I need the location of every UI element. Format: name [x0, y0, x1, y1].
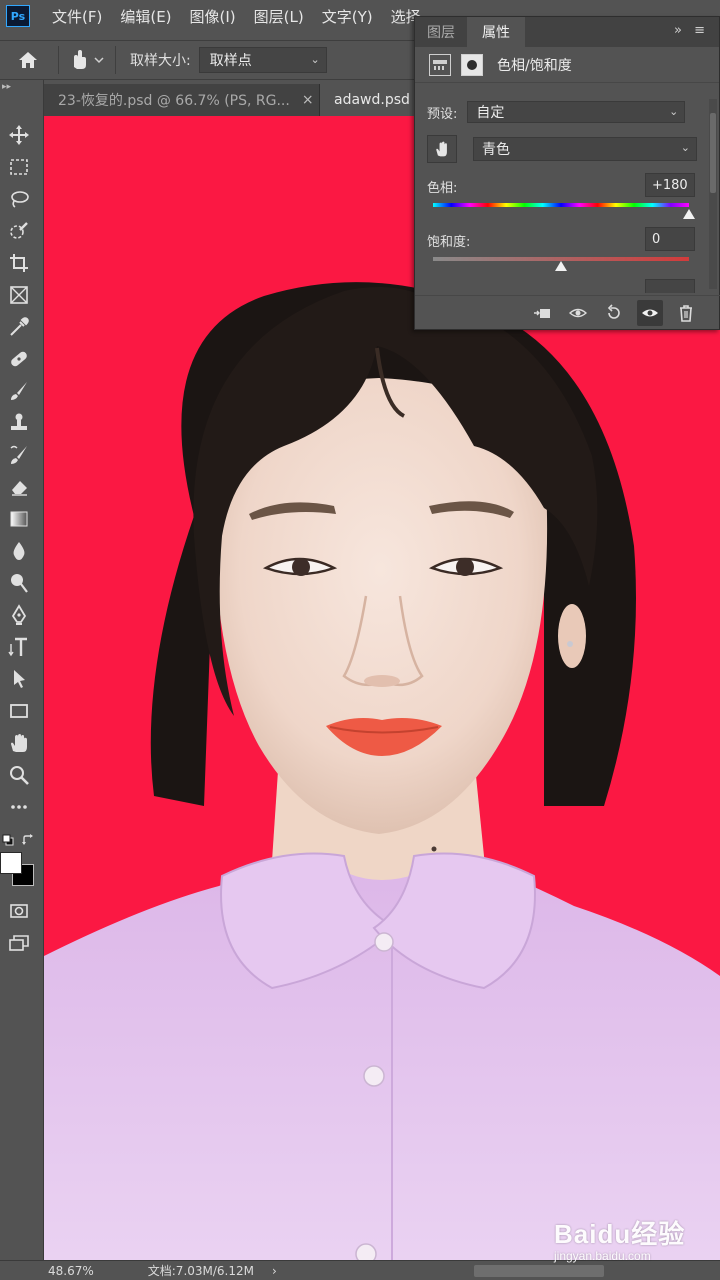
photoshop-logo: Ps: [6, 5, 30, 27]
hue-label: 色相:: [427, 181, 458, 196]
history-brush-tool-icon[interactable]: [6, 442, 32, 468]
more-tools-icon[interactable]: [6, 794, 32, 820]
sample-size-value: 取样点: [209, 53, 252, 69]
zoom-tool-icon[interactable]: [6, 762, 32, 788]
trash-icon[interactable]: [673, 300, 699, 326]
home-icon[interactable]: [16, 48, 40, 72]
sample-size-label: 取样大小:: [130, 53, 191, 69]
eraser-tool-icon[interactable]: [6, 474, 32, 500]
marquee-tool-icon[interactable]: [6, 154, 32, 180]
close-icon[interactable]: ×: [302, 92, 314, 108]
foreground-color-swatch[interactable]: [0, 852, 22, 874]
visibility-eye-icon[interactable]: [637, 299, 663, 326]
menu-file[interactable]: 文件(F): [52, 6, 102, 27]
crop-tool-icon[interactable]: [6, 250, 32, 276]
dodge-tool-icon[interactable]: [6, 570, 32, 596]
path-select-tool-icon[interactable]: [6, 666, 32, 692]
tab-document-1[interactable]: 23-恢复的.psd @ 66.7% (PS, RG... ×: [44, 84, 320, 116]
watermark-site: jingyan.baidu.com: [554, 1249, 651, 1263]
type-tool-icon[interactable]: [6, 634, 32, 660]
watermark-logo: Baidu经验: [554, 1219, 686, 1249]
quick-select-tool-icon[interactable]: [6, 218, 32, 244]
chevron-right-icon[interactable]: ›: [272, 1264, 277, 1278]
tab-label: 23-恢复的.psd @ 66.7% (PS, RG...: [58, 93, 290, 109]
hue-value: +180: [652, 177, 688, 193]
lasso-tool-icon[interactable]: [6, 186, 32, 212]
status-bar: 48.67% 文档:7.03M/6.12M ›: [0, 1260, 720, 1280]
clip-to-layer-icon[interactable]: [529, 300, 555, 326]
toolbar: ▸▸: [0, 80, 44, 1260]
mask-icon[interactable]: [461, 53, 483, 76]
view-previous-state-icon[interactable]: [565, 300, 591, 326]
sample-size-select[interactable]: 取样点 ⌄: [198, 47, 327, 73]
document-info: 文档:7.03M/6.12M: [147, 1264, 254, 1278]
hand-tool-icon[interactable]: [6, 730, 32, 756]
brush-tool-icon[interactable]: [6, 378, 32, 404]
eyedropper-hand-icon[interactable]: [67, 47, 107, 73]
reset-icon[interactable]: [601, 300, 627, 326]
channel-value: 青色: [482, 142, 510, 158]
lightness-value-field[interactable]: [645, 279, 695, 293]
gradient-tool-icon[interactable]: [6, 506, 32, 532]
frame-tool-icon[interactable]: [6, 282, 32, 308]
hue-slider-thumb[interactable]: [683, 209, 695, 219]
saturation-value-field[interactable]: 0: [645, 227, 695, 251]
rectangle-tool-icon[interactable]: [6, 698, 32, 724]
quick-mask-icon[interactable]: [6, 898, 32, 924]
horizontal-scrollbar[interactable]: [474, 1265, 604, 1277]
eyedropper-tool-icon[interactable]: [6, 314, 32, 340]
panel-footer: [415, 295, 720, 329]
properties-panel: 图层 属性 » ≡ 色相/饱和度 预设: 自定 ⌄ 青色 ⌄ 色相: +180 …: [414, 16, 720, 330]
menu-type[interactable]: 文字(Y): [322, 6, 373, 27]
clone-stamp-tool-icon[interactable]: [6, 410, 32, 436]
targeted-adjustment-button[interactable]: [427, 135, 457, 163]
hue-slider-track[interactable]: [433, 203, 689, 207]
pen-tool-icon[interactable]: [6, 602, 32, 628]
chevron-down-icon: ⌄: [310, 53, 320, 66]
hue-value-field[interactable]: +180: [645, 173, 695, 197]
preset-value: 自定: [476, 105, 505, 121]
move-tool-icon[interactable]: [6, 122, 32, 148]
adjustment-header: 色相/饱和度: [415, 47, 719, 83]
swap-colors-icon[interactable]: [22, 834, 34, 846]
panel-menu-icon[interactable]: » ≡: [674, 23, 709, 38]
zoom-level[interactable]: 48.67%: [48, 1264, 94, 1278]
tab-layers[interactable]: 图层: [415, 17, 467, 47]
chevron-down-icon: ⌄: [669, 105, 679, 118]
saturation-label: 饱和度:: [427, 235, 471, 250]
tab-label: adawd.psd: [334, 92, 410, 108]
blur-tool-icon[interactable]: [6, 538, 32, 564]
adjustment-layer-icon: [429, 53, 451, 76]
panel-tabs: 图层 属性 » ≡: [415, 17, 719, 47]
menu-layer[interactable]: 图层(L): [254, 6, 304, 27]
menu-image[interactable]: 图像(I): [190, 6, 236, 27]
chevron-down-icon: ⌄: [680, 141, 690, 154]
menu-edit[interactable]: 编辑(E): [120, 6, 171, 27]
channel-select[interactable]: 青色 ⌄: [473, 137, 697, 161]
default-colors-icon[interactable]: [2, 834, 14, 846]
healing-brush-tool-icon[interactable]: [6, 346, 32, 372]
adjustment-title: 色相/饱和度: [497, 57, 572, 74]
preset-label: 预设:: [427, 106, 458, 122]
baidu-jingyan-watermark: Baidu经验 jingyan.baidu.com: [554, 1214, 685, 1263]
tab-properties[interactable]: 属性: [467, 17, 525, 47]
collapse-icon[interactable]: ▸▸: [2, 82, 11, 92]
preset-select[interactable]: 自定 ⌄: [467, 101, 686, 123]
panel-scrollbar[interactable]: [709, 99, 717, 289]
screen-mode-icon[interactable]: [6, 930, 32, 956]
preset-row: 预设: 自定 ⌄: [427, 101, 686, 123]
saturation-slider-thumb[interactable]: [555, 261, 567, 271]
saturation-value: 0: [652, 231, 661, 247]
